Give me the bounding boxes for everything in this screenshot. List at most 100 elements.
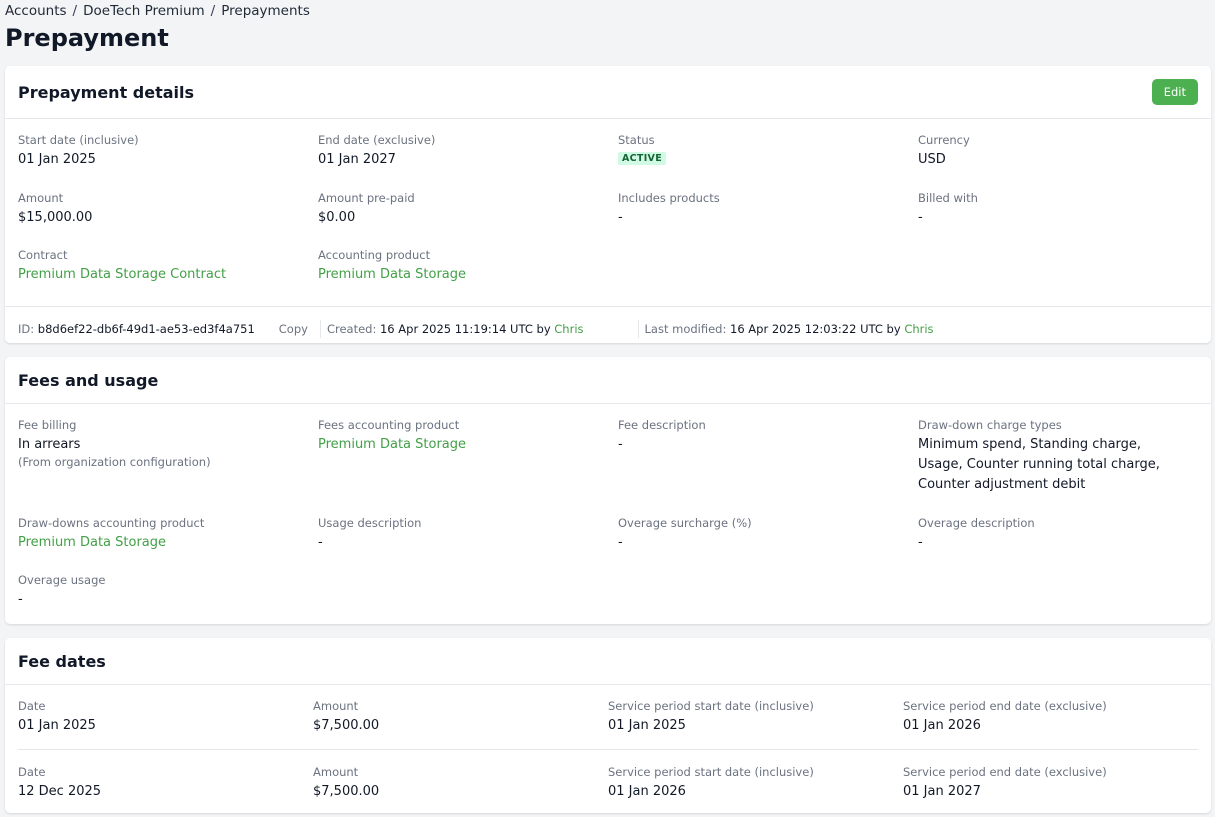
field-value: 01 Jan 2026 — [608, 784, 686, 799]
id-label: ID: — [18, 321, 35, 336]
drawdown-charge-types-field: Draw-down charge types Minimum spend, St… — [918, 418, 1208, 516]
usage-description-field: Usage description - — [318, 516, 618, 573]
id-value: b8d6ef22-db6f-49d1-ae53-ed3f4a751 — [37, 321, 255, 336]
status-field: Status ACTIVE — [618, 133, 918, 191]
service-end-field: Service period end date (exclusive) 01 J… — [903, 699, 1198, 736]
field-label: Draw-downs accounting product — [18, 516, 205, 530]
field-value: - — [618, 535, 623, 550]
created-value: 16 Apr 2025 11:19:14 UTC — [379, 321, 533, 336]
field-label: Includes products — [618, 191, 720, 205]
field-value: $15,000.00 — [18, 210, 93, 225]
includes-products-field: Includes products - — [618, 191, 918, 248]
card-header: Prepayment details Edit — [5, 66, 1211, 119]
fee-date-row: Date 01 Jan 2025 Amount $7,500.00 Servic… — [18, 685, 1198, 750]
field-value: Minimum spend, Standing charge, Usage, C… — [918, 437, 1160, 492]
field-value: 01 Jan 2027 — [318, 152, 396, 167]
breadcrumb: Accounts / DoeTech Premium / Prepayments — [5, 3, 310, 19]
field-value: USD — [918, 152, 946, 167]
field-value: $7,500.00 — [313, 718, 380, 733]
page-title: Prepayment — [5, 24, 169, 52]
contract-link[interactable]: Premium Data Storage Contract — [18, 265, 318, 285]
billed-with-field: Billed with - — [918, 191, 1208, 248]
field-label: Fee description — [618, 418, 706, 432]
overage-usage-field: Overage usage - — [18, 573, 318, 610]
accounting-product-field: Accounting product Premium Data Storage — [318, 248, 618, 306]
field-value: 01 Jan 2027 — [903, 784, 981, 799]
field-label: Currency — [918, 133, 970, 147]
currency-field: Currency USD — [918, 133, 1208, 191]
field-label: Overage description — [918, 516, 1035, 530]
modified-by-text: by — [886, 321, 901, 336]
field-label: Amount — [313, 765, 359, 779]
breadcrumb-prepayments[interactable]: Prepayments — [221, 3, 310, 19]
date-field: Date 01 Jan 2025 — [18, 699, 313, 736]
fees-accounting-product-link[interactable]: Premium Data Storage — [318, 435, 618, 455]
prepayment-details-card: Prepayment details Edit Start date (incl… — [5, 66, 1211, 343]
field-value: 01 Jan 2025 — [18, 718, 96, 733]
fee-dates-card: Fee dates Date 01 Jan 2025 Amount $7,500… — [5, 638, 1211, 813]
field-label: Date — [18, 765, 46, 779]
amount-field: Amount $15,000.00 — [18, 191, 318, 248]
drawdowns-accounting-product-link[interactable]: Premium Data Storage — [18, 533, 318, 553]
field-label: Usage description — [318, 516, 422, 530]
field-label: Overage usage — [18, 573, 106, 587]
field-label: End date (exclusive) — [318, 133, 436, 147]
field-label: Fee billing — [18, 418, 77, 432]
field-label: Accounting product — [318, 248, 431, 262]
field-value: 01 Jan 2025 — [608, 718, 686, 733]
service-start-field: Service period start date (inclusive) 01… — [608, 699, 903, 736]
field-label: Amount pre-paid — [318, 191, 415, 205]
field-value: - — [18, 592, 23, 607]
amount-field: Amount $7,500.00 — [313, 699, 608, 736]
overage-description-field: Overage description - — [918, 516, 1208, 573]
card-header: Fee dates — [5, 638, 1211, 685]
end-date-field: End date (exclusive) 01 Jan 2027 — [318, 133, 618, 191]
fee-description-field: Fee description - — [618, 418, 918, 516]
field-note: (From organization configuration) — [18, 455, 211, 469]
field-label: Overage surcharge (%) — [618, 516, 752, 530]
field-value: 01 Jan 2025 — [18, 152, 96, 167]
created-by-text: by — [536, 321, 551, 336]
field-value: $7,500.00 — [313, 784, 380, 799]
modified-by-link[interactable]: Chris — [904, 322, 933, 336]
fees-accounting-product-field: Fees accounting product Premium Data Sto… — [318, 418, 618, 516]
field-value: - — [918, 210, 923, 225]
card-title: Fees and usage — [18, 370, 159, 390]
divider — [319, 319, 321, 338]
modified-value: 16 Apr 2025 12:03:22 UTC — [730, 321, 883, 336]
start-date-field: Start date (inclusive) 01 Jan 2025 — [18, 133, 318, 191]
amount-field: Amount $7,500.00 — [313, 765, 608, 802]
breadcrumb-separator: / — [72, 3, 78, 19]
field-label: Service period end date (exclusive) — [903, 699, 1107, 713]
service-start-field: Service period start date (inclusive) 01… — [608, 765, 903, 802]
drawdowns-accounting-product-field: Draw-downs accounting product Premium Da… — [18, 516, 318, 573]
details-grid: Start date (inclusive) 01 Jan 2025 End d… — [5, 119, 1211, 306]
field-value: - — [918, 535, 923, 550]
accounting-product-link[interactable]: Premium Data Storage — [318, 265, 618, 285]
date-field: Date 12 Dec 2025 — [18, 765, 313, 802]
field-label: Amount — [313, 699, 359, 713]
field-value: - — [618, 210, 623, 225]
fees-usage-card: Fees and usage Fee billing In arrears (F… — [5, 357, 1211, 624]
amount-prepaid-field: Amount pre-paid $0.00 — [318, 191, 618, 248]
field-value: - — [318, 535, 323, 550]
created-label: Created: — [326, 321, 377, 336]
field-label: Status — [618, 133, 655, 147]
card-title: Fee dates — [18, 651, 106, 671]
field-label: Billed with — [918, 191, 978, 205]
copy-id-button[interactable]: Copy — [279, 322, 314, 336]
edit-button[interactable]: Edit — [1151, 79, 1198, 105]
fees-grid: Fee billing In arrears (From organizatio… — [5, 404, 1211, 610]
field-label: Service period start date (inclusive) — [608, 699, 814, 713]
divider — [637, 319, 639, 338]
field-label: Amount — [18, 191, 64, 205]
field-label: Start date (inclusive) — [18, 133, 139, 147]
field-label: Date — [18, 699, 46, 713]
contract-field: Contract Premium Data Storage Contract — [18, 248, 318, 306]
breadcrumb-accounts[interactable]: Accounts — [5, 3, 67, 19]
field-value: 01 Jan 2026 — [903, 718, 981, 733]
breadcrumb-account[interactable]: DoeTech Premium — [83, 3, 205, 19]
field-label: Service period start date (inclusive) — [608, 765, 814, 779]
fee-billing-field: Fee billing In arrears (From organizatio… — [18, 418, 318, 516]
created-by-link[interactable]: Chris — [554, 322, 583, 336]
